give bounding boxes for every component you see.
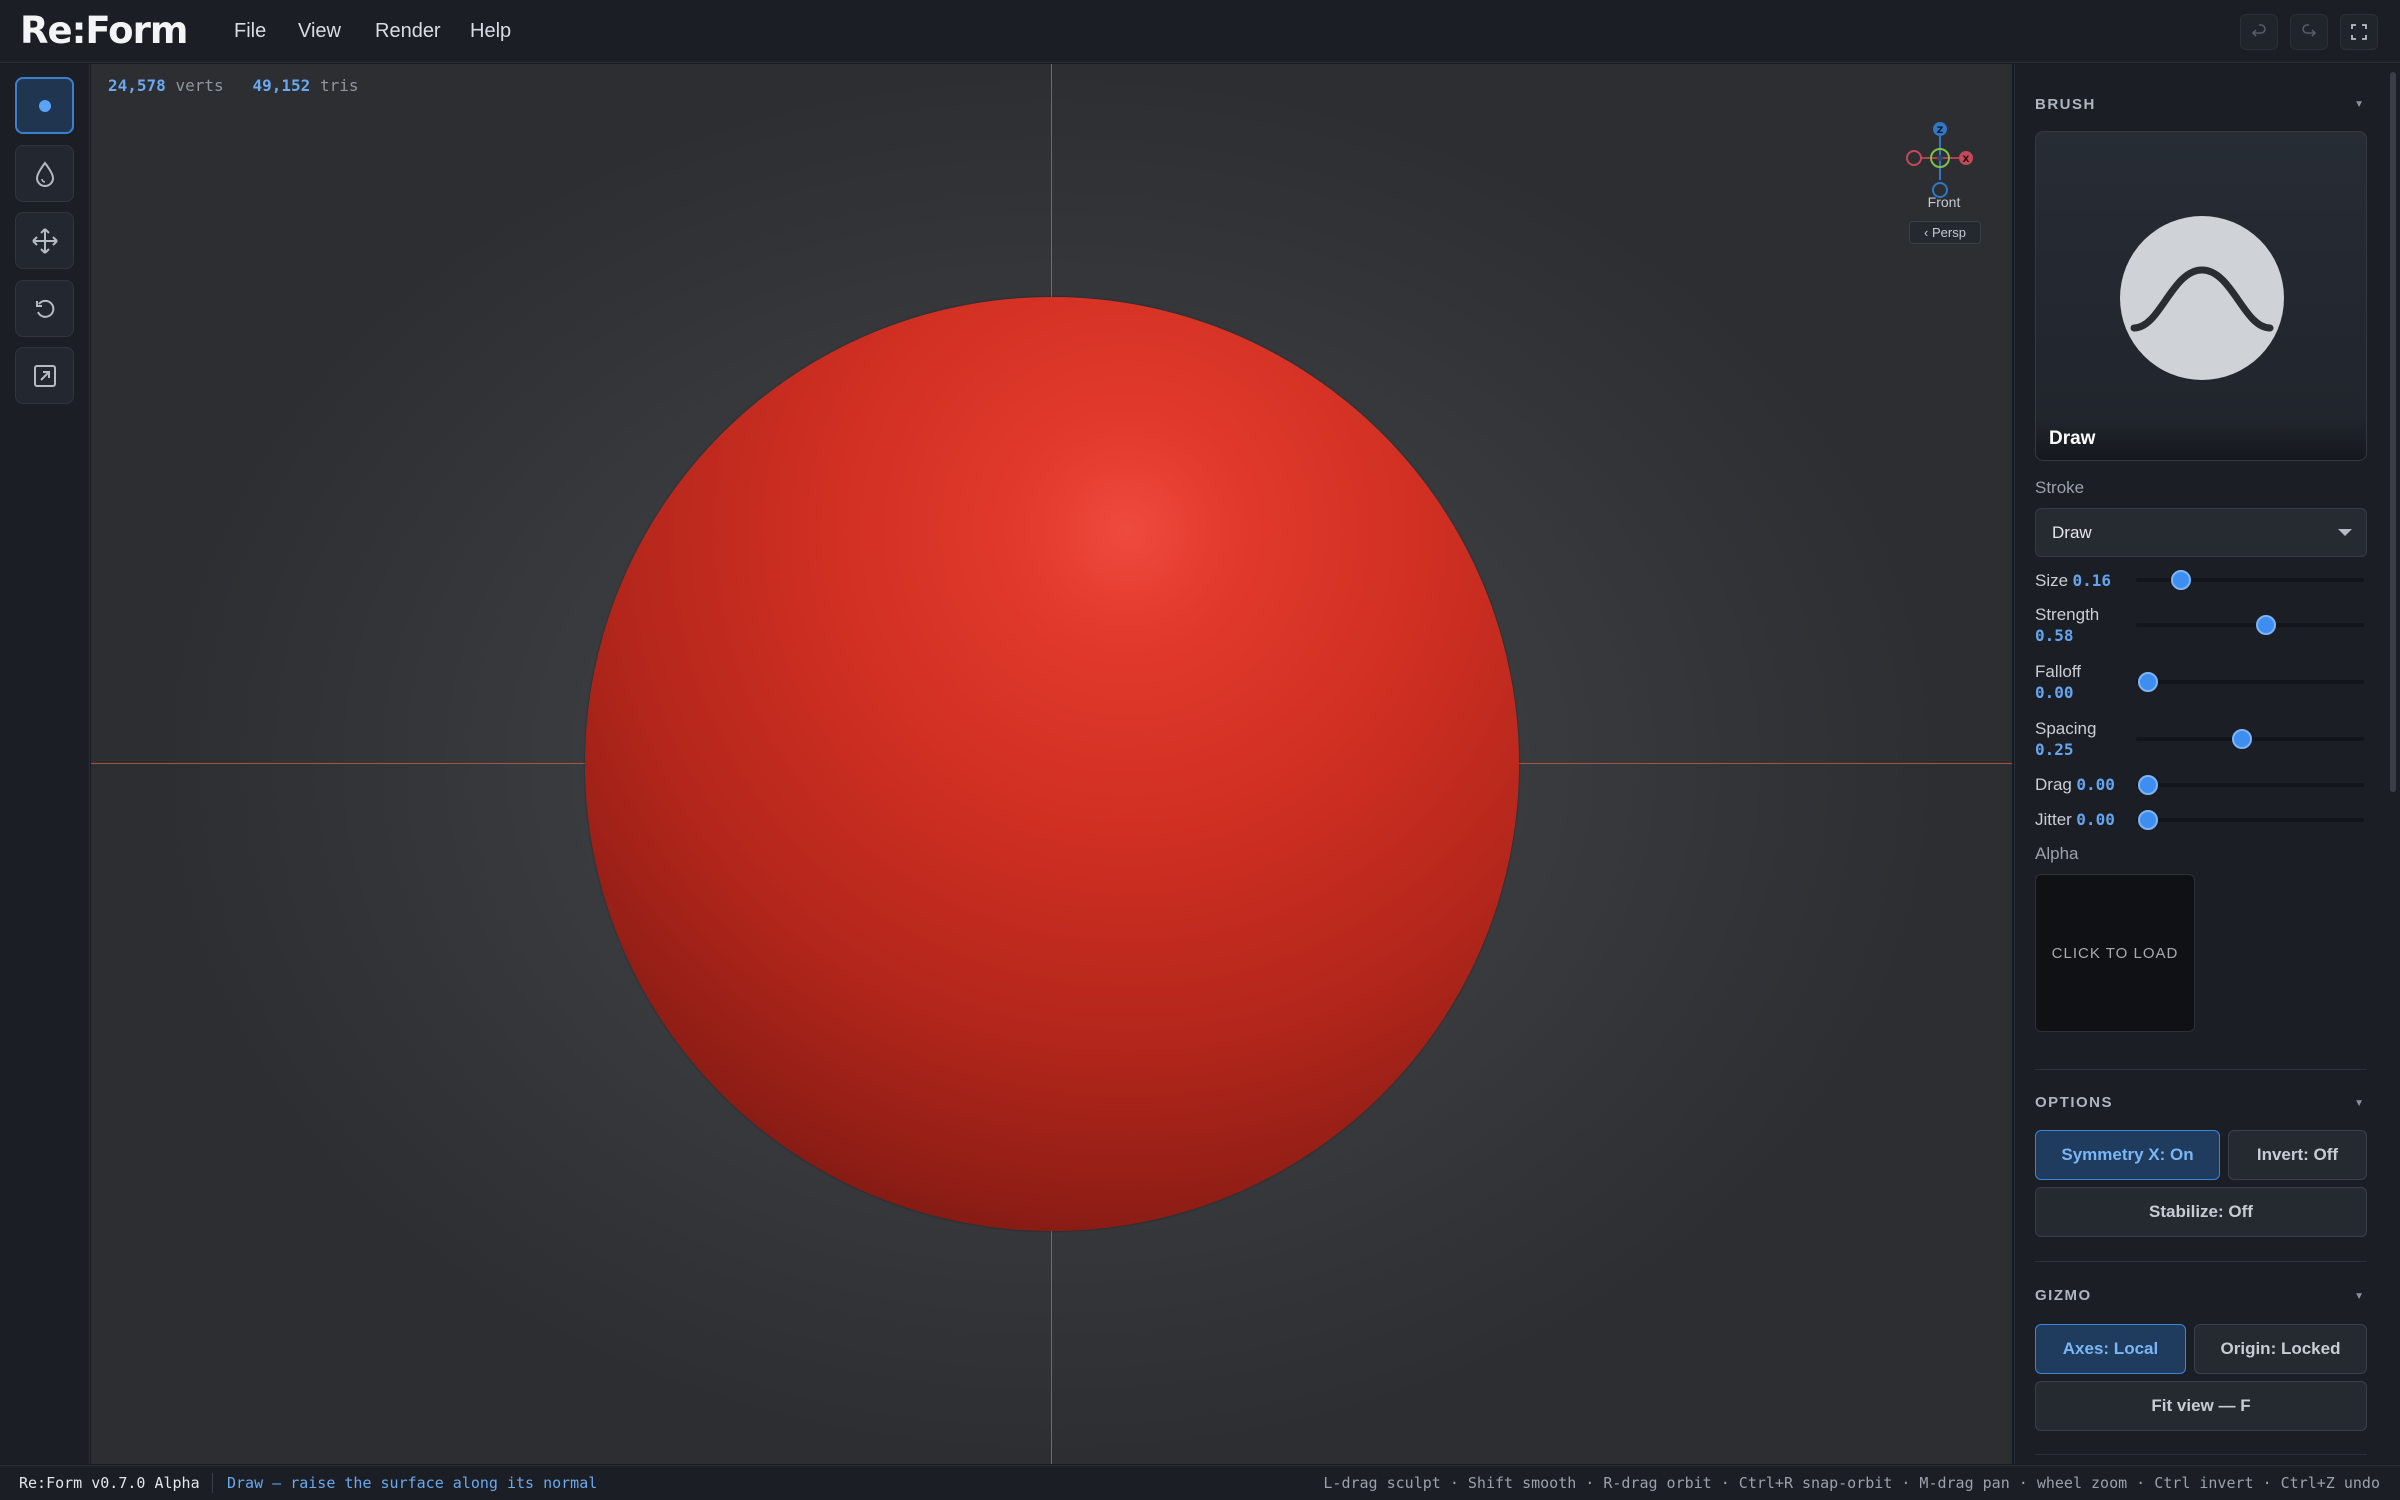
falloff-slider-handle[interactable] bbox=[2138, 672, 2158, 692]
falloff-slider-track[interactable] bbox=[2136, 680, 2364, 684]
rotate-tool-button[interactable] bbox=[15, 280, 74, 337]
size-value: 0.16 bbox=[2072, 571, 2112, 590]
panel-scrollbar[interactable] bbox=[2390, 72, 2396, 792]
menu-view[interactable]: View bbox=[298, 18, 341, 44]
tris-count: 49,152 bbox=[252, 76, 311, 95]
chevron-down-icon bbox=[2338, 529, 2352, 536]
jitter-slider-handle[interactable] bbox=[2138, 810, 2158, 830]
drag-label: Drag bbox=[2035, 775, 2072, 794]
drag-slider-handle[interactable] bbox=[2138, 775, 2158, 795]
falloff-value: 0.00 bbox=[2035, 683, 2074, 702]
fullscreen-button[interactable] bbox=[2340, 14, 2378, 50]
drag-slider-track[interactable] bbox=[2136, 783, 2364, 787]
options-section-title[interactable]: OPTIONS bbox=[2035, 1094, 2113, 1111]
move-arrows-icon bbox=[31, 227, 58, 254]
size-label: Size bbox=[2035, 571, 2069, 590]
spacing-value: 0.25 bbox=[2035, 740, 2074, 759]
sculpt-mesh-sphere[interactable] bbox=[585, 297, 1519, 1231]
jitter-value: 0.00 bbox=[2076, 810, 2115, 829]
properties-panel: BRUSH ▼ Draw Stroke Draw Size 0.16 Stren… bbox=[2014, 64, 2400, 1464]
strength-value: 0.58 bbox=[2035, 626, 2074, 645]
export-tool-button[interactable] bbox=[15, 347, 74, 404]
menu-render[interactable]: Render bbox=[375, 18, 441, 44]
undo-button[interactable] bbox=[2240, 14, 2278, 50]
dot-icon bbox=[38, 99, 51, 112]
orientation-gizmo[interactable]: Z X bbox=[1895, 88, 1985, 238]
menu-help[interactable]: Help bbox=[470, 18, 511, 44]
section-divider bbox=[2035, 1069, 2367, 1070]
tool-sidebar bbox=[0, 64, 90, 1464]
redo-icon bbox=[2302, 24, 2317, 37]
jitter-slider-track[interactable] bbox=[2136, 818, 2364, 822]
section-divider bbox=[2035, 1261, 2367, 1262]
view-name-label: Front bbox=[1927, 194, 1961, 210]
brush-section-title[interactable]: BRUSH bbox=[2035, 96, 2096, 113]
alpha-load-button[interactable]: CLICK TO LOAD bbox=[2035, 874, 2195, 1032]
invert-toggle[interactable]: Invert: Off bbox=[2228, 1130, 2367, 1180]
size-slider-handle[interactable] bbox=[2170, 570, 2191, 590]
top-menu-bar: Re:Form File View Render Help bbox=[0, 0, 2400, 63]
brush-collapse-icon[interactable]: ▼ bbox=[2354, 99, 2364, 110]
spacing-slider-handle[interactable] bbox=[2231, 729, 2252, 749]
fit-view-button[interactable]: Fit view — F bbox=[2035, 1381, 2367, 1431]
gizmo-x-label: X bbox=[1963, 155, 1970, 165]
options-collapse-icon[interactable]: ▼ bbox=[2354, 1098, 2364, 1109]
jitter-label: Jitter bbox=[2035, 810, 2072, 829]
status-bar: Re:Form v0.7.0 Alpha Draw — raise the su… bbox=[0, 1465, 2400, 1500]
smooth-tool-button[interactable] bbox=[15, 145, 74, 202]
gizmo-z-label: Z bbox=[1937, 126, 1944, 136]
verts-label: verts bbox=[175, 76, 224, 95]
stroke-label: Stroke bbox=[2035, 478, 2085, 497]
status-tool-hint: Draw — raise the surface along its norma… bbox=[227, 1474, 598, 1492]
falloff-curve-icon bbox=[2130, 266, 2274, 332]
gizmo-collapse-icon[interactable]: ▼ bbox=[2354, 1291, 2364, 1302]
rotate-icon bbox=[35, 299, 54, 318]
perspective-toggle-button[interactable]: ‹ Persp bbox=[1909, 221, 1981, 244]
stroke-dropdown[interactable]: Draw bbox=[2035, 508, 2367, 557]
verts-count: 24,578 bbox=[108, 76, 166, 95]
status-shortcuts: L-drag sculpt · Shift smooth · R-drag or… bbox=[1323, 1474, 2380, 1492]
fullscreen-icon bbox=[2351, 24, 2367, 40]
drop-icon bbox=[35, 160, 54, 187]
alpha-label: Alpha bbox=[2035, 844, 2079, 863]
undo-icon bbox=[2251, 24, 2266, 37]
mesh-stats: 24,578 verts 49,152 tris bbox=[108, 76, 358, 95]
brush-falloff-preview bbox=[2120, 216, 2284, 380]
move-tool-button[interactable] bbox=[15, 212, 74, 269]
axes-local-toggle[interactable]: Axes: Local bbox=[2035, 1324, 2186, 1374]
strength-slider-track[interactable] bbox=[2136, 623, 2364, 627]
brush-name-label: Draw bbox=[2036, 420, 2366, 460]
menu-file[interactable]: File bbox=[234, 18, 266, 44]
origin-locked-toggle[interactable]: Origin: Locked bbox=[2194, 1324, 2367, 1374]
redo-button[interactable] bbox=[2290, 14, 2328, 50]
drag-value: 0.00 bbox=[2076, 775, 2115, 794]
export-icon bbox=[33, 364, 56, 387]
brush-preview-card[interactable]: Draw bbox=[2035, 131, 2367, 461]
draw-tool-button[interactable] bbox=[15, 77, 74, 134]
gizmo-section-title[interactable]: GIZMO bbox=[2035, 1287, 2092, 1304]
section-divider bbox=[2035, 1454, 2367, 1455]
symmetry-x-toggle[interactable]: Symmetry X: On bbox=[2035, 1130, 2220, 1180]
app-logo: Re:Form bbox=[20, 9, 188, 52]
tris-label: tris bbox=[319, 76, 359, 95]
status-app-version: Re:Form v0.7.0 Alpha bbox=[19, 1474, 200, 1492]
status-separator bbox=[212, 1473, 213, 1493]
3d-viewport[interactable]: 24,578 verts 49,152 tris Z X Front ‹ Per… bbox=[91, 64, 2012, 1464]
stroke-dropdown-value: Draw bbox=[2052, 523, 2092, 542]
stabilize-toggle[interactable]: Stabilize: Off bbox=[2035, 1187, 2367, 1237]
